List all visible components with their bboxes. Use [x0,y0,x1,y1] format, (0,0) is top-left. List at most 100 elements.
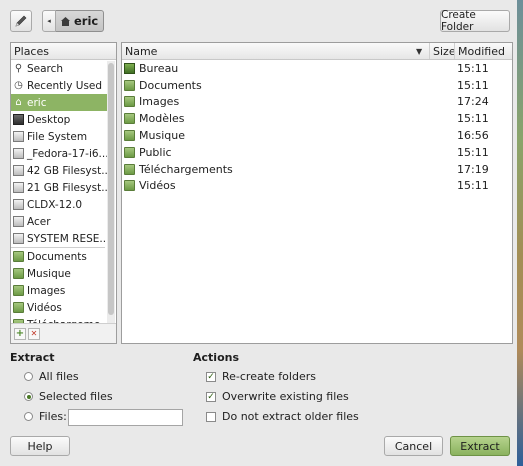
radio-indicator[interactable] [24,372,33,381]
desktop-icon [13,114,24,125]
folder-icon [13,268,24,279]
place-fedora[interactable]: _Fedora-17-i6... [11,145,107,162]
folder-icon [124,180,135,192]
places-panel: Places ⚲ Search ◷ Recently Used ⌂ eric D… [10,42,117,344]
place-label: Desktop [27,113,71,126]
place-42gb[interactable]: 42 GB Filesyst... [11,162,107,179]
folder-icon [13,251,24,262]
file-name: Bureau [139,61,179,75]
radio-label: Selected files [39,390,113,403]
file-list-header: Name ▼ Size Modified [122,43,512,60]
place-file-system[interactable]: File System [11,128,107,145]
place-label: Vidéos [27,301,62,314]
recreate-folders-checkbox[interactable]: ✓ Re-create folders [206,370,316,383]
file-row[interactable]: Images 17:24 [122,94,512,111]
place-label: Acer [27,215,51,228]
place-label: SYSTEM RESE... [27,232,107,245]
radio-label: Files: [39,410,67,423]
actions-section-title: Actions [193,351,239,364]
places-scrollbar[interactable] [107,61,115,325]
folder-icon [124,163,135,175]
file-row[interactable]: Vidéos 15:11 [122,178,512,195]
column-size[interactable]: Size [429,43,456,59]
place-label: Documents [27,250,87,263]
place-desktop[interactable]: Desktop [11,111,107,128]
extract-button[interactable]: Extract [450,436,510,456]
desktop-background-edge [517,0,523,466]
edit-location-button[interactable] [10,10,32,32]
place-label: File System [27,130,88,143]
file-modified: 15:11 [457,179,489,193]
file-row[interactable]: Documents 15:11 [122,77,512,94]
pencil-icon [15,15,27,27]
place-label: Musique [27,267,71,280]
do-not-extract-older-checkbox[interactable]: Do not extract older files [206,410,359,423]
file-row[interactable]: Téléchargements 17:19 [122,161,512,178]
file-modified: 16:56 [457,129,489,143]
sort-descending-icon: ▼ [416,46,423,56]
search-icon: ⚲ [14,63,23,74]
files-pattern-input[interactable] [68,409,183,426]
file-name: Vidéos [139,179,176,193]
path-back-arrow[interactable]: ◂ [42,10,56,32]
place-videos[interactable]: Vidéos [11,299,107,316]
place-label: eric [27,96,47,109]
add-bookmark-button[interactable]: + [14,327,26,340]
path-button-home[interactable]: eric [56,10,105,32]
file-modified: 15:11 [457,112,489,126]
places-scroll-thumb[interactable] [108,63,114,315]
extract-selected-files-radio[interactable]: Selected files [24,390,113,403]
place-label: 42 GB Filesyst... [27,164,107,177]
file-row[interactable]: Musique 16:56 [122,127,512,144]
column-name[interactable]: Name [125,43,157,59]
checkbox-indicator[interactable] [206,411,216,422]
file-modified: 17:24 [457,95,489,109]
place-recently-used[interactable]: ◷ Recently Used [11,77,107,94]
place-cldx[interactable]: CLDX-12.0 [11,196,107,213]
radio-indicator[interactable] [24,412,33,421]
home-icon: ⌂ [15,97,22,108]
folder-icon [13,302,24,313]
extract-files-radio[interactable]: Files: [24,410,67,423]
clock-icon: ◷ [14,80,23,91]
folder-icon [124,130,135,142]
remove-bookmark-button[interactable]: ✕ [28,327,40,340]
place-musique[interactable]: Musique [11,265,107,282]
folder-icon [124,113,135,125]
column-modified[interactable]: Modified [454,43,505,59]
checkbox-label: Re-create folders [222,370,316,383]
place-search[interactable]: ⚲ Search [11,60,107,77]
help-button[interactable]: Help [10,436,70,456]
file-modified: 17:19 [457,162,489,176]
create-folder-button[interactable]: Create Folder [440,9,510,33]
checkbox-indicator[interactable]: ✓ [206,371,216,382]
place-documents[interactable]: Documents [11,248,107,265]
checkbox-indicator[interactable]: ✓ [206,391,216,402]
file-modified: 15:11 [457,78,489,92]
place-acer[interactable]: Acer [11,213,107,230]
place-label: _Fedora-17-i6... [27,147,107,160]
place-home[interactable]: ⌂ eric [11,94,107,111]
path-bar: ◂ eric [42,10,105,32]
radio-indicator[interactable] [24,392,33,401]
file-name: Téléchargements [139,162,233,176]
place-label: Images [27,284,66,297]
place-21gb[interactable]: 21 GB Filesyst... [11,179,107,196]
cancel-button[interactable]: Cancel [384,436,443,456]
place-system-reserved[interactable]: SYSTEM RESE... [11,230,107,247]
places-header: Places [11,43,116,60]
file-row[interactable]: Public 15:11 [122,144,512,161]
folder-icon [124,96,135,108]
place-label: CLDX-12.0 [27,198,83,211]
place-label: Search [27,62,64,75]
extract-section-title: Extract [10,351,55,364]
file-row[interactable]: Bureau 15:11 [122,60,512,77]
drive-icon [13,182,24,193]
overwrite-existing-checkbox[interactable]: ✓ Overwrite existing files [206,390,349,403]
drive-icon [13,199,24,210]
file-name: Images [139,95,180,109]
file-list: Name ▼ Size Modified Bureau 15:11 Docume… [121,42,513,344]
extract-all-files-radio[interactable]: All files [24,370,79,383]
place-images[interactable]: Images [11,282,107,299]
file-row[interactable]: Modèles 15:11 [122,110,512,127]
